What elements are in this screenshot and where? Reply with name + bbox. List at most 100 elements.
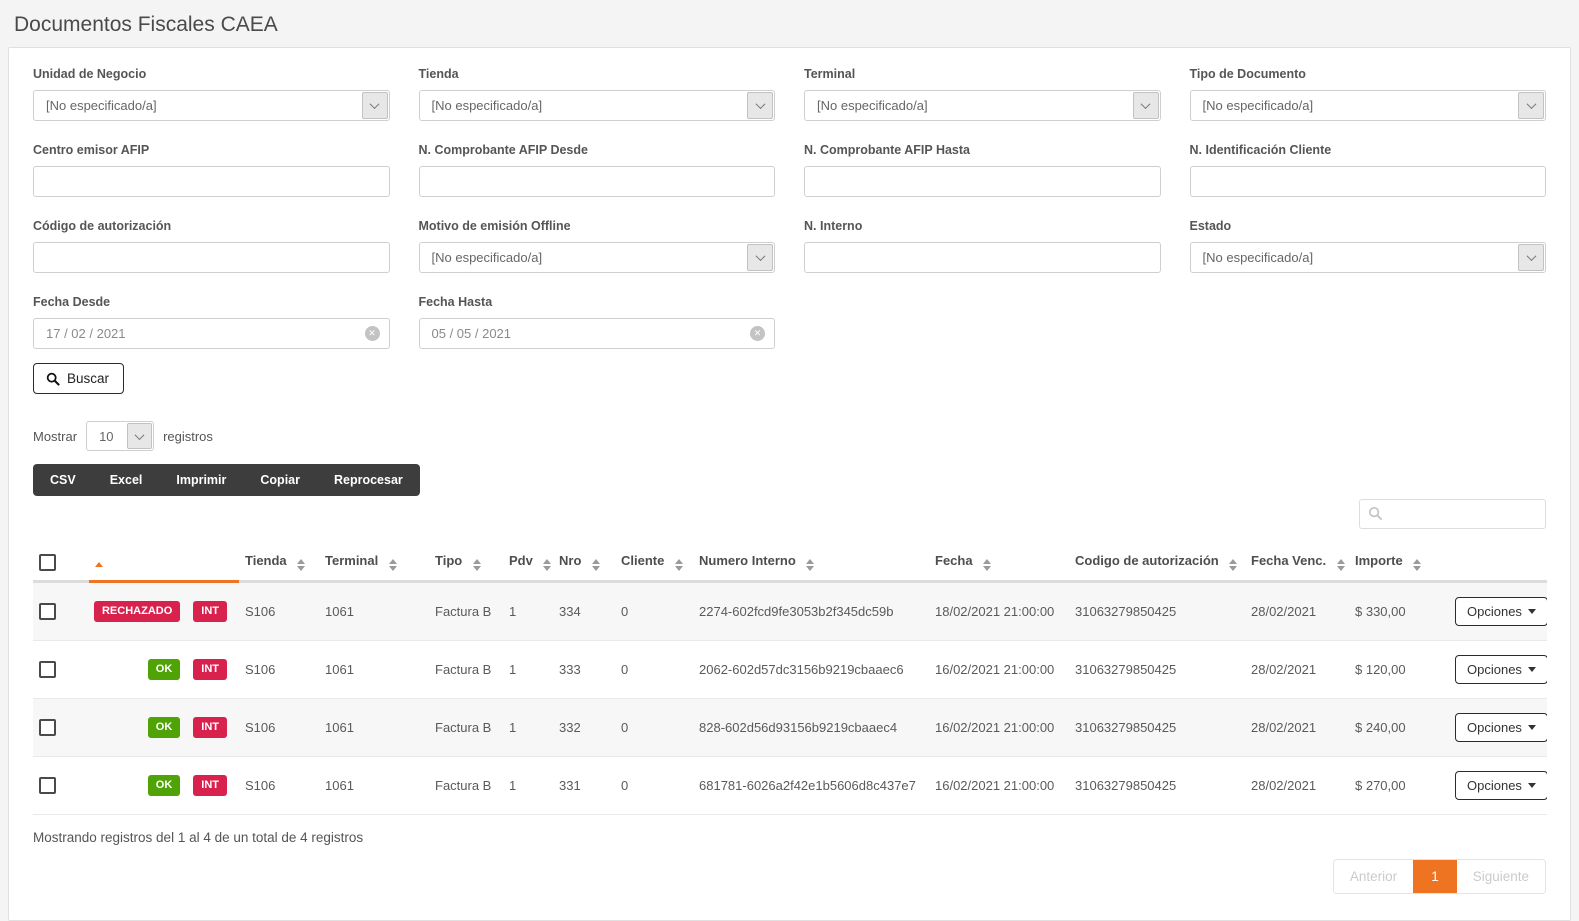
cell-importe: $ 240,00 [1349,698,1449,757]
row-checkbox[interactable] [39,603,56,620]
unidad-negocio-select[interactable]: [No especificado/a] [33,90,390,121]
excel-button[interactable]: Excel [93,464,160,496]
cell-numero-interno: 2274-602fcd9fe3053b2f345dc59b [693,581,929,641]
cell-codigo: 31063279850425 [1069,756,1245,815]
sort-icon [388,559,397,571]
pagination-next[interactable]: Siguiente [1456,860,1545,893]
reprocesar-button[interactable]: Reprocesar [317,464,420,496]
column-header-numero-interno[interactable]: Numero Interno [693,547,929,583]
tienda-select[interactable]: [No especificado/a] [418,90,775,121]
cell-nro: 332 [553,698,615,757]
column-header-status[interactable] [89,547,239,583]
filter-interno: N. Interno [804,219,1161,273]
cell-fecha: 16/02/2021 21:00:00 [929,756,1069,815]
filter-comprobante-desde: N. Comprobante AFIP Desde [418,143,775,197]
filter-label: Fecha Hasta [418,295,493,309]
comprobante-desde-input[interactable] [418,166,775,197]
cell-tienda: S106 [239,756,319,815]
filter-label: Unidad de Negocio [33,67,147,81]
copiar-button[interactable]: Copiar [243,464,317,496]
filter-label: N. Interno [804,219,863,233]
pagination-page-1[interactable]: 1 [1413,860,1457,893]
cell-cliente: 0 [615,756,693,815]
sort-icon [543,559,552,571]
centro-emisor-input[interactable] [33,166,390,197]
clear-date-icon[interactable]: ✕ [364,326,380,341]
column-header-nro[interactable]: Nro [553,547,615,583]
caret-down-icon [1527,667,1536,672]
buscar-label: Buscar [67,371,110,386]
filter-tipo-documento: Tipo de Documento [No especificado/a] [1189,67,1546,121]
column-label: Pdv [509,553,533,568]
sort-icon [297,559,306,571]
filter-centro-emisor: Centro emisor AFIP [33,143,390,197]
row-checkbox[interactable] [39,719,56,736]
column-header-fecha-venc[interactable]: Fecha Venc. [1245,547,1349,583]
tipo-documento-select[interactable]: [No especificado/a] [1189,90,1546,121]
column-header-tienda[interactable]: Tienda [239,547,319,583]
cell-importe: $ 330,00 [1349,581,1449,641]
estado-select[interactable]: [No especificado/a] [1189,242,1546,273]
opciones-button[interactable]: Opciones [1455,771,1547,800]
column-header-terminal[interactable]: Terminal [319,547,429,583]
identificacion-cliente-input[interactable] [1189,166,1546,197]
filter-motivo-offline: Motivo de emisión Offline [No especifica… [418,219,775,273]
opciones-button[interactable]: Opciones [1455,597,1547,626]
motivo-offline-select[interactable]: [No especificado/a] [418,242,775,273]
page-title: Documentos Fiscales CAEA [14,13,278,36]
cell-codigo: 31063279850425 [1069,698,1245,757]
cell-pdv: 1 [503,756,553,815]
column-header-pdv[interactable]: Pdv [503,547,553,583]
imprimir-button[interactable]: Imprimir [159,464,243,496]
fecha-desde-input[interactable] [33,318,390,349]
filter-label: Código de autorización [33,219,172,233]
table-search-input[interactable] [1359,499,1546,529]
row-checkbox[interactable] [39,777,56,794]
column-label: Tienda [245,553,287,568]
status-badge: OK [147,659,181,680]
sort-icon [472,559,481,571]
buscar-button[interactable]: Buscar [33,363,125,394]
filter-label: Fecha Desde [33,295,111,309]
select-value: [No especificado/a] [817,98,928,113]
csv-button[interactable]: CSV [33,464,93,496]
column-header-tipo[interactable]: Tipo [429,547,503,583]
cell-fecha-venc: 28/02/2021 [1245,756,1349,815]
select-value: [No especificado/a] [431,98,543,113]
chevron-down-icon [1132,92,1159,119]
filter-identificacion-cliente: N. Identificación Cliente [1189,143,1546,197]
column-label: Nro [559,553,582,568]
sort-icon [674,559,683,571]
pagination-previous[interactable]: Anterior [1333,860,1414,893]
column-header-cliente[interactable]: Cliente [615,547,693,583]
opciones-button[interactable]: Opciones [1455,655,1547,684]
comprobante-hasta-input[interactable] [804,166,1161,197]
fecha-hasta-input[interactable] [418,318,775,349]
caret-down-icon [1527,609,1536,614]
column-header-importe[interactable]: Importe [1349,547,1449,583]
interno-input[interactable] [804,242,1161,273]
column-label: Fecha [935,553,973,568]
column-header-codigo[interactable]: Codigo de autorización [1069,547,1245,583]
select-value: [No especificado/a] [431,250,543,265]
row-checkbox[interactable] [39,661,56,678]
filter-label: Tienda [418,67,459,81]
select-all-checkbox[interactable] [39,553,56,571]
table-row: RECHAZADO INT S106 1061 Factura B 1 334 … [33,581,1547,641]
cell-fecha-venc: 28/02/2021 [1245,581,1349,641]
chevron-down-icon [1518,244,1544,271]
table-row: OK INT S106 1061 Factura B 1 333 0 2062-… [33,640,1547,699]
sort-icon [1413,559,1422,571]
clear-date-icon[interactable]: ✕ [750,326,765,341]
codigo-autorizacion-input[interactable] [33,242,390,273]
page-length-select[interactable]: 10 [86,421,155,451]
terminal-select[interactable]: [No especificado/a] [804,90,1161,121]
filter-label: Terminal [804,67,856,81]
column-header-fecha[interactable]: Fecha [929,547,1069,583]
table-header-row: Tienda Terminal Tipo Pdv Nro Cliente Num… [33,547,1547,583]
cell-tipo: Factura B [429,698,503,757]
opciones-button[interactable]: Opciones [1455,713,1547,742]
cell-nro: 331 [553,756,615,815]
cell-terminal: 1061 [319,581,429,641]
chevron-down-icon [747,92,773,119]
